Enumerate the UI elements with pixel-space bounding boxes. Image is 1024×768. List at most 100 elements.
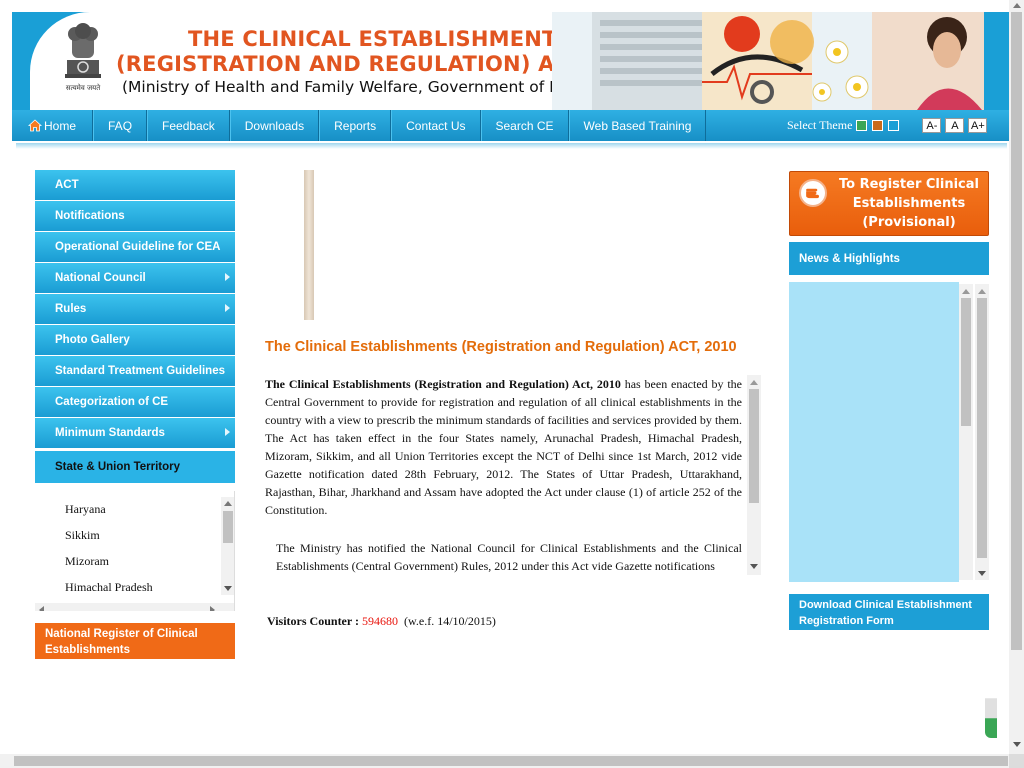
news-content-area — [789, 282, 959, 582]
scroll-up-arrow-icon[interactable] — [978, 289, 986, 294]
register-clinical-establishment-button[interactable]: To Register Clinical Establishments (Pro… — [789, 171, 989, 236]
site-title-line1: THE CLINICAL ESTABLISHMENTS — [188, 27, 572, 51]
state-item-haryana[interactable]: Haryana — [65, 502, 106, 517]
state-list: Haryana Sikkim Mizoram Himachal Pradesh — [35, 491, 235, 611]
visitors-label: Visitors Counter : — [267, 614, 359, 628]
sidebar-item-label: Photo Gallery — [55, 334, 130, 346]
nav-search-ce[interactable]: Search CE — [480, 110, 569, 141]
scroll-up-arrow-icon[interactable] — [750, 380, 758, 385]
sidebar-item-notifications[interactable]: Notifications — [35, 201, 235, 232]
state-item-sikkim[interactable]: Sikkim — [65, 528, 100, 543]
submenu-arrow-icon — [225, 428, 230, 436]
news-inner-scrollbar[interactable] — [959, 284, 973, 580]
sidebar-item-minimum-standards[interactable]: Minimum Standards — [35, 418, 235, 449]
scroll-thumb[interactable] — [749, 389, 759, 503]
scroll-down-arrow-icon[interactable] — [750, 564, 758, 569]
news-outer-scrollbar[interactable] — [975, 284, 989, 580]
national-register-link[interactable]: National Register of Clinical Establishm… — [35, 623, 235, 659]
nav-reports[interactable]: Reports — [319, 110, 392, 141]
nav-home[interactable]: Home — [12, 110, 94, 141]
state-item-himachal-pradesh[interactable]: Himachal Pradesh — [65, 580, 153, 595]
nav-contact-us[interactable]: Contact Us — [391, 110, 481, 141]
sidebar-item-national-council[interactable]: National Council — [35, 263, 235, 294]
scroll-down-arrow-icon[interactable] — [1013, 742, 1021, 747]
sidebar-item-act[interactable]: ACT — [35, 170, 235, 201]
sidebar-menu: ACT Notifications Operational Guideline … — [35, 170, 235, 611]
download-registration-form-link[interactable]: Download Clinical Establishment Registra… — [789, 594, 989, 630]
nav-faq[interactable]: FAQ — [93, 110, 148, 141]
floating-side-tab[interactable] — [985, 688, 997, 738]
sidebar-item-label: Rules — [55, 303, 87, 315]
scroll-down-arrow-icon[interactable] — [978, 571, 986, 576]
national-emblem-icon: सत्यमेव जयते — [65, 23, 101, 92]
scroll-up-arrow-icon[interactable] — [962, 289, 970, 294]
scroll-left-arrow-icon[interactable] — [39, 606, 44, 611]
visitors-since: (w.e.f. 14/10/2015) — [404, 614, 496, 628]
state-list-horizontal-scrollbar[interactable] — [35, 603, 234, 611]
scroll-down-arrow-icon[interactable] — [224, 586, 232, 591]
act-description-box: The Clinical Establishments (Registratio… — [265, 375, 761, 575]
site-subtitle: (Ministry of Health and Family Welfare, … — [122, 78, 594, 96]
sidebar-item-label: ACT — [55, 179, 79, 191]
font-normal-button[interactable]: A — [945, 118, 965, 133]
sidebar-item-label: Categorization of CE — [55, 396, 169, 408]
sidebar-item-rules[interactable]: Rules — [35, 294, 235, 325]
header-collage-image — [552, 12, 1009, 110]
theme-label: Select Theme — [787, 118, 853, 132]
sidebar-item-label: Notifications — [55, 210, 125, 222]
visitors-count: 594680 — [362, 614, 398, 628]
font-decrease-button[interactable]: A- — [922, 118, 942, 133]
image-slider — [304, 170, 314, 320]
act-heading: The Clinical Establishments (Registratio… — [265, 339, 737, 355]
page-horizontal-scrollbar[interactable] — [0, 754, 1009, 768]
submenu-arrow-icon — [225, 304, 230, 312]
font-increase-button[interactable]: A+ — [968, 118, 988, 133]
sidebar-item-categorization[interactable]: Categorization of CE — [35, 387, 235, 418]
act-para1-text: has been enacted by the Central Governme… — [265, 377, 743, 517]
hand-pointer-icon — [799, 179, 827, 207]
submenu-arrow-icon — [225, 273, 230, 281]
state-union-territory-heading: State & Union Territory — [35, 451, 235, 483]
sidebar-item-label: Standard Treatment Guidelines — [55, 365, 225, 377]
nav-web-based-training[interactable]: Web Based Training — [568, 110, 707, 141]
sidebar-item-label: National Council — [55, 272, 146, 284]
nav-shadow-divider — [16, 143, 1007, 149]
nav-feedback[interactable]: Feedback — [147, 110, 230, 141]
home-icon — [28, 119, 42, 132]
nav-downloads[interactable]: Downloads — [229, 110, 320, 141]
scroll-right-arrow-icon[interactable] — [210, 606, 215, 611]
main-navigation: Home FAQ Feedback Downloads Reports Cont… — [12, 110, 1009, 141]
scroll-thumb[interactable] — [977, 298, 987, 558]
scroll-up-arrow-icon[interactable] — [1013, 3, 1021, 8]
act-description-text: The Clinical Establishments (Registratio… — [265, 375, 742, 575]
scroll-thumb[interactable] — [14, 756, 1008, 766]
sidebar-item-photo-gallery[interactable]: Photo Gallery — [35, 325, 235, 356]
scroll-thumb[interactable] — [1011, 12, 1022, 650]
page-vertical-scrollbar[interactable] — [1009, 0, 1024, 754]
act-description-scrollbar[interactable] — [747, 375, 761, 575]
state-list-vertical-scrollbar[interactable] — [221, 497, 234, 595]
news-highlights-panel — [789, 282, 989, 582]
scroll-thumb[interactable] — [961, 298, 971, 426]
sidebar-item-label: Minimum Standards — [55, 427, 165, 439]
act-para2-text: The Ministry has notified the National C… — [276, 541, 742, 573]
visitors-counter: Visitors Counter : 594680 (w.e.f. 14/10/… — [267, 614, 496, 629]
sidebar-item-label: Operational Guideline for CEA — [55, 241, 221, 253]
act-name-bold: The Clinical Establishments (Registratio… — [265, 377, 621, 391]
theme-orange-swatch[interactable] — [872, 120, 884, 131]
scroll-up-arrow-icon[interactable] — [224, 501, 232, 506]
nav-home-label: Home — [44, 118, 77, 133]
sidebar-item-standard-treatment-guidelines[interactable]: Standard Treatment Guidelines — [35, 356, 235, 387]
theme-blue-swatch[interactable] — [888, 120, 900, 131]
sidebar-item-operational-guideline[interactable]: Operational Guideline for CEA — [35, 232, 235, 263]
page: सत्यमेव जयते THE CLINICAL ESTABLISHMENTS… — [0, 0, 1024, 768]
site-header: सत्यमेव जयते THE CLINICAL ESTABLISHMENTS… — [12, 12, 1009, 110]
state-item-mizoram[interactable]: Mizoram — [65, 554, 109, 569]
news-highlights-heading: News & Highlights — [789, 242, 989, 275]
theme-green-swatch[interactable] — [856, 120, 868, 131]
register-button-label: To Register Clinical Establishments (Pro… — [839, 177, 979, 230]
scroll-thumb[interactable] — [223, 511, 233, 543]
scrollbar-corner — [1009, 754, 1024, 768]
emblem-caption: सत्यमेव जयते — [66, 83, 101, 92]
theme-selector: Select Theme A- A A+ — [787, 110, 988, 141]
